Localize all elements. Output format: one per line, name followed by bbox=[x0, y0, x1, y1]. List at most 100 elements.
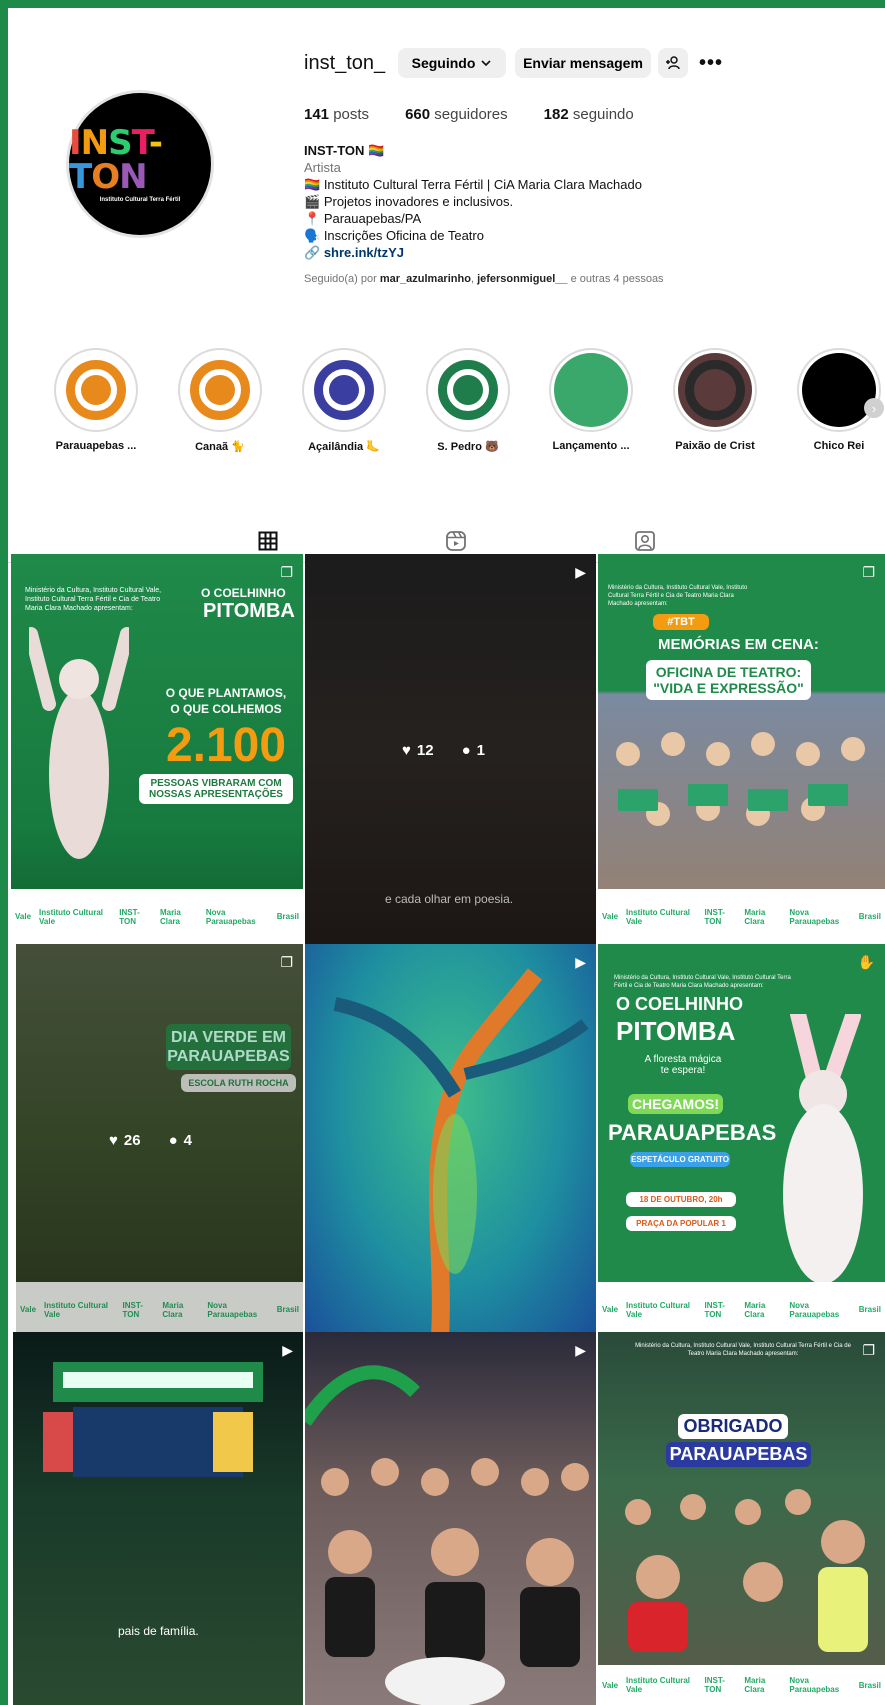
profile-stats: 141 posts 660 seguidores 182 seguindo bbox=[304, 106, 634, 123]
tab-reels[interactable] bbox=[441, 526, 471, 556]
highlight-badge-core bbox=[205, 375, 235, 405]
post-big-number: 2.100 bbox=[165, 719, 287, 772]
sponsor-strip: Vale Instituto Cultural Vale INST-TON Maria… bbox=[598, 1282, 885, 1337]
tab-posts[interactable] bbox=[253, 526, 283, 556]
profile-category: Artista bbox=[304, 160, 341, 175]
highlight-cover bbox=[302, 348, 386, 432]
reel-icon: ▶ bbox=[575, 1342, 586, 1358]
link-icon: 🔗 bbox=[304, 245, 321, 260]
highlight-badge bbox=[66, 360, 126, 420]
reel-icon: ▶ bbox=[575, 564, 586, 580]
highlight-label: Lançamento ... bbox=[552, 440, 630, 452]
highlight-cover-image bbox=[678, 353, 752, 427]
post-6[interactable]: ✋ Ministério da Cultura, Instituto Cultu… bbox=[598, 944, 885, 1337]
post-title-2: PITOMBA bbox=[203, 600, 295, 622]
post-city: PARAUAPEBAS bbox=[608, 1120, 777, 1145]
highlight-item[interactable]: Parauapebas ... bbox=[41, 348, 151, 452]
post-date: 18 DE OUTUBRO, 20h bbox=[626, 1192, 736, 1207]
bunny-mascot-illustration bbox=[29, 627, 129, 859]
post-title: MEMÓRIAS EM CENA: bbox=[658, 636, 819, 653]
following-button[interactable]: Seguindo bbox=[398, 48, 506, 78]
post-1[interactable]: ❐ Ministério da Cultura, Instituto Cultu… bbox=[11, 554, 303, 944]
heart-icon: ♥ bbox=[402, 742, 411, 759]
highlight-badge bbox=[685, 360, 745, 420]
post-7[interactable]: ▶ pais de família. bbox=[13, 1332, 303, 1705]
suggest-users-button[interactable] bbox=[658, 48, 688, 78]
highlight-item[interactable]: S. Pedro 🐻 bbox=[413, 348, 523, 453]
post-credits: Ministério da Cultura, Instituto Cultura… bbox=[635, 1343, 851, 1357]
reels-icon bbox=[446, 531, 466, 551]
post-subtitle: ESCOLA RUTH ROCHA bbox=[181, 1074, 296, 1092]
followed-by[interactable]: Seguido(a) por mar_azulmarinho, jeferson… bbox=[304, 273, 664, 285]
more-icon: ••• bbox=[698, 51, 723, 74]
highlight-cover bbox=[426, 348, 510, 432]
post-9[interactable]: ❐ Ministério da Cultura, Instituto Cultu… bbox=[598, 1332, 885, 1705]
post-caption: e cada olhar em poesia. bbox=[385, 892, 514, 906]
highlight-badge-core bbox=[329, 375, 359, 405]
highlight-badge-core bbox=[824, 375, 854, 405]
bunny-mascot-illustration bbox=[783, 1014, 863, 1284]
highlight-badge bbox=[561, 360, 621, 420]
highlight-item[interactable]: Lançamento ... bbox=[536, 348, 646, 452]
profile-avatar[interactable]: INST-TON Instituto Cultural Terra Fértil bbox=[66, 90, 214, 238]
following-stat[interactable]: 182 seguindo bbox=[544, 106, 634, 123]
highlight-badge-core bbox=[453, 375, 483, 405]
post-tag: #TBT bbox=[653, 614, 709, 630]
audience-photo bbox=[625, 1489, 868, 1652]
highlight-item[interactable]: Açailândia 🦶 bbox=[289, 348, 399, 453]
highlight-cover bbox=[797, 348, 881, 432]
highlight-item[interactable]: Canaã 🐈 bbox=[165, 348, 275, 453]
bio-line-4: 🗣️ Inscrições Oficina de Teatro bbox=[304, 228, 484, 243]
post-line-1: O QUE PLANTAMOS, bbox=[165, 686, 287, 700]
highlight-badge bbox=[809, 360, 869, 420]
more-options-button[interactable]: ••• bbox=[696, 48, 726, 78]
profile-username: inst_ton_ bbox=[304, 52, 386, 74]
post-credits: Ministério da Cultura, Instituto Cultura… bbox=[614, 975, 791, 989]
tab-tagged[interactable] bbox=[630, 526, 660, 556]
post-free-label: ESPETÁCULO GRATUITO bbox=[630, 1152, 730, 1167]
highlight-cover-image bbox=[802, 353, 876, 427]
avatar-logo-subtitle: Instituto Cultural Terra Fértil bbox=[99, 196, 181, 203]
highlight-cover-image bbox=[59, 353, 133, 427]
sponsor-strip: Vale Instituto Cultural Vale INST-TON Maria… bbox=[598, 889, 885, 944]
comment-icon: ● bbox=[461, 742, 471, 759]
bio-line-3: 📍 Parauapebas/PA bbox=[304, 211, 422, 226]
send-message-button[interactable]: Enviar mensagem bbox=[515, 48, 651, 78]
highlight-badge bbox=[190, 360, 250, 420]
highlight-label: Parauapebas ... bbox=[55, 440, 137, 452]
highlight-item[interactable]: Paixão de Crist bbox=[660, 348, 770, 452]
grid-icon bbox=[258, 531, 278, 551]
carousel-icon: ❐ bbox=[280, 564, 293, 580]
bio-link[interactable]: 🔗 shre.ink/tzYJ bbox=[304, 244, 642, 261]
add-person-icon bbox=[666, 56, 680, 70]
highlight-label: Canaã 🐈 bbox=[195, 441, 245, 453]
post-4[interactable]: ❐ DIA VERDE EM PARAUAPEBAS ESCOLA RUTH RO… bbox=[16, 944, 303, 1337]
tree-illustration bbox=[333, 968, 589, 1337]
post-8[interactable]: ▶ bbox=[305, 1332, 596, 1705]
post-3[interactable]: ❐ Ministério da Cultura, Instituto Cultu… bbox=[598, 554, 885, 944]
bio-line-1: 🏳️‍🌈 Instituto Cultural Terra Fértil | C… bbox=[304, 177, 642, 192]
audience-photo bbox=[305, 1365, 589, 1705]
comment-icon: ● bbox=[168, 1132, 178, 1149]
highlight-cover bbox=[178, 348, 262, 432]
post-5[interactable]: ▶ bbox=[305, 944, 596, 1337]
post-2[interactable]: ▶ ♥ 12 ● 1 e cada olhar em poesia. bbox=[305, 554, 596, 944]
speaking-head-icon: 🗣️ bbox=[304, 228, 321, 243]
sponsor-strip: Vale Instituto Cultural Vale INST-TON Maria… bbox=[598, 1665, 885, 1705]
highlight-cover-image bbox=[183, 353, 257, 427]
carousel-icon: ❐ bbox=[862, 1342, 875, 1358]
followers-stat[interactable]: 660 seguidores bbox=[405, 106, 508, 123]
rainbow-flag-icon: 🏳️‍🌈 bbox=[368, 143, 385, 158]
heart-icon: ♥ bbox=[109, 1132, 118, 1149]
avatar-logo: INST-TON bbox=[69, 122, 158, 197]
post-caption: pais de família. bbox=[118, 1624, 199, 1638]
highlights-next-button[interactable]: › bbox=[864, 398, 884, 418]
highlight-label: Paixão de Crist bbox=[675, 440, 755, 452]
profile-name: INST-TON bbox=[304, 143, 365, 158]
profile-page: INST-TON Instituto Cultural Terra Fértil… bbox=[8, 8, 885, 1705]
post-title: DIA VERDE EM PARAUAPEBAS bbox=[166, 1024, 291, 1070]
highlight-label: S. Pedro 🐻 bbox=[437, 441, 499, 453]
post-place: PRAÇA DA POPULAR 1 bbox=[626, 1216, 736, 1231]
sponsor-strip: Vale Instituto Cultural Vale INST-TON Maria… bbox=[11, 889, 303, 944]
following-label: Seguindo bbox=[411, 55, 476, 71]
